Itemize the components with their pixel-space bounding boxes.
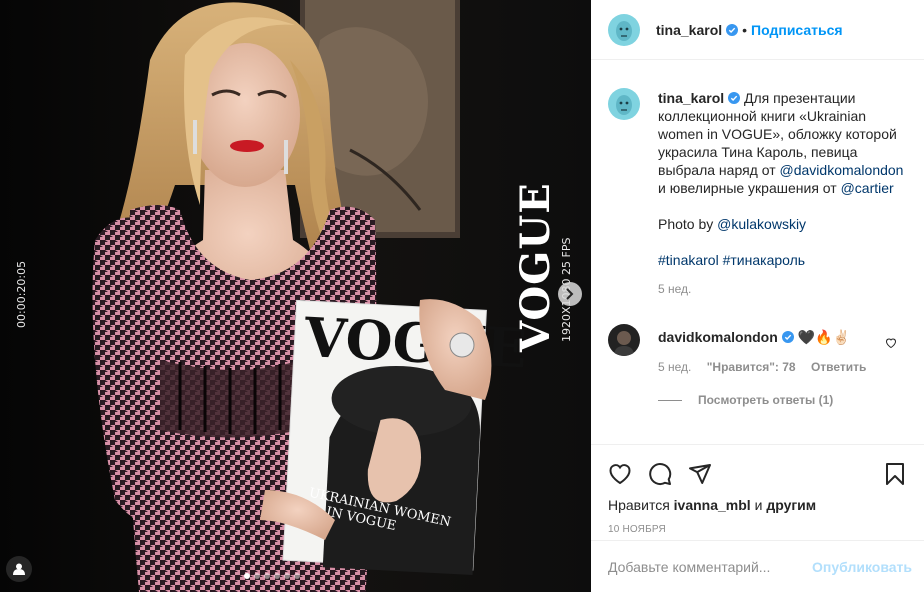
- view-replies-button[interactable]: Посмотреть ответы (1): [658, 393, 907, 407]
- mention-link[interactable]: @kulakowskiy: [717, 216, 806, 232]
- post-media[interactable]: VOGUE UKRAINIAN WOMEN IN VOGUE 00:00:20:…: [0, 0, 591, 592]
- caption-username[interactable]: tina_karol: [658, 90, 724, 106]
- liked-by-prefix: Нравится: [608, 497, 674, 513]
- liked-by: Нравится ivanna_mbl и другим: [608, 497, 907, 513]
- post-side-panel: tina_karol • Подписаться tina_karol Для …: [591, 0, 924, 592]
- carousel-dot: [254, 573, 260, 579]
- post-date[interactable]: 10 ноября: [608, 524, 907, 535]
- carousel-next-button[interactable]: [558, 282, 582, 306]
- avatar-image: [608, 88, 640, 120]
- mention-link[interactable]: @cartier: [841, 180, 894, 196]
- liked-by-others[interactable]: другим: [766, 497, 816, 513]
- user-icon: [13, 563, 25, 575]
- avatar[interactable]: [608, 13, 640, 46]
- verified-badge-icon: [781, 331, 794, 343]
- header-username[interactable]: tina_karol: [656, 22, 722, 38]
- timecode-label: 00:00:20:05: [15, 260, 28, 328]
- share-icon[interactable]: [688, 462, 712, 486]
- comment-body: davidkomalondon 🖤🔥✌🏻 5 нед. "Нравится": …: [658, 329, 898, 374]
- tagged-users-button[interactable]: [6, 556, 32, 582]
- post-caption: tina_karol Для презентации коллекционной…: [608, 72, 907, 298]
- comment-meta: 5 нед. "Нравится": 78 Ответить: [658, 360, 898, 374]
- heart-icon[interactable]: [885, 337, 897, 349]
- avatar[interactable]: [608, 324, 640, 356]
- comment-icon[interactable]: [648, 462, 672, 486]
- hashtag-link[interactable]: #тинакароль: [723, 252, 805, 268]
- avatar-image: [608, 13, 640, 46]
- post-header: tina_karol • Подписаться: [591, 0, 924, 60]
- chevron-right-icon: [566, 288, 574, 300]
- action-icons: [608, 445, 907, 497]
- bookmark-icon[interactable]: [883, 462, 907, 486]
- add-comment-bar: Опубликовать: [591, 540, 924, 592]
- comment-time[interactable]: 5 нед.: [658, 360, 691, 374]
- liked-by-user[interactable]: ivanna_mbl: [674, 497, 751, 513]
- verified-badge-icon: [726, 23, 739, 36]
- avatar-image: [608, 324, 640, 356]
- comment-text: 🖤🔥✌🏻: [797, 329, 850, 345]
- caption-text: и ювелирные украшения от: [658, 180, 841, 196]
- reply-button[interactable]: Ответить: [811, 360, 866, 374]
- liked-by-suffix: и: [750, 497, 767, 513]
- verified-badge-icon: [728, 92, 741, 104]
- carousel-indicator: [244, 573, 300, 579]
- post-photo: VOGUE UKRAINIAN WOMEN IN VOGUE: [0, 0, 591, 592]
- header-separator: •: [742, 21, 748, 38]
- carousel-dot: [284, 573, 290, 579]
- divider: [658, 399, 682, 401]
- comment-username[interactable]: davidkomalondon: [658, 329, 778, 345]
- caption-text: Photo by: [658, 216, 718, 232]
- view-replies-label: Посмотреть ответы (1): [698, 393, 834, 407]
- caption-body: tina_karol Для презентации коллекционной…: [658, 89, 906, 298]
- carousel-dot: [264, 573, 270, 579]
- caption-time[interactable]: 5 нед.: [658, 280, 906, 298]
- heart-icon[interactable]: [608, 462, 632, 486]
- comment-item: davidkomalondon 🖤🔥✌🏻 5 нед. "Нравится": …: [608, 324, 907, 374]
- hashtag-link[interactable]: #tinakarol: [658, 252, 719, 268]
- comment-likes[interactable]: "Нравится": 78: [707, 360, 796, 374]
- carousel-dot: [274, 573, 280, 579]
- mention-link[interactable]: @davidkomalondon: [780, 162, 904, 178]
- post-comment-button[interactable]: Опубликовать: [812, 559, 912, 575]
- avatar[interactable]: [608, 88, 640, 120]
- carousel-dot: [294, 573, 300, 579]
- follow-button[interactable]: Подписаться: [751, 22, 843, 38]
- post-actions: Нравится ivanna_mbl и другим 10 ноября: [591, 444, 924, 540]
- carousel-dot: [244, 573, 250, 579]
- comments-section[interactable]: tina_karol Для презентации коллекционной…: [591, 72, 924, 444]
- vogue-side-logo: VOGUE: [512, 182, 559, 352]
- comment-input[interactable]: [608, 558, 813, 575]
